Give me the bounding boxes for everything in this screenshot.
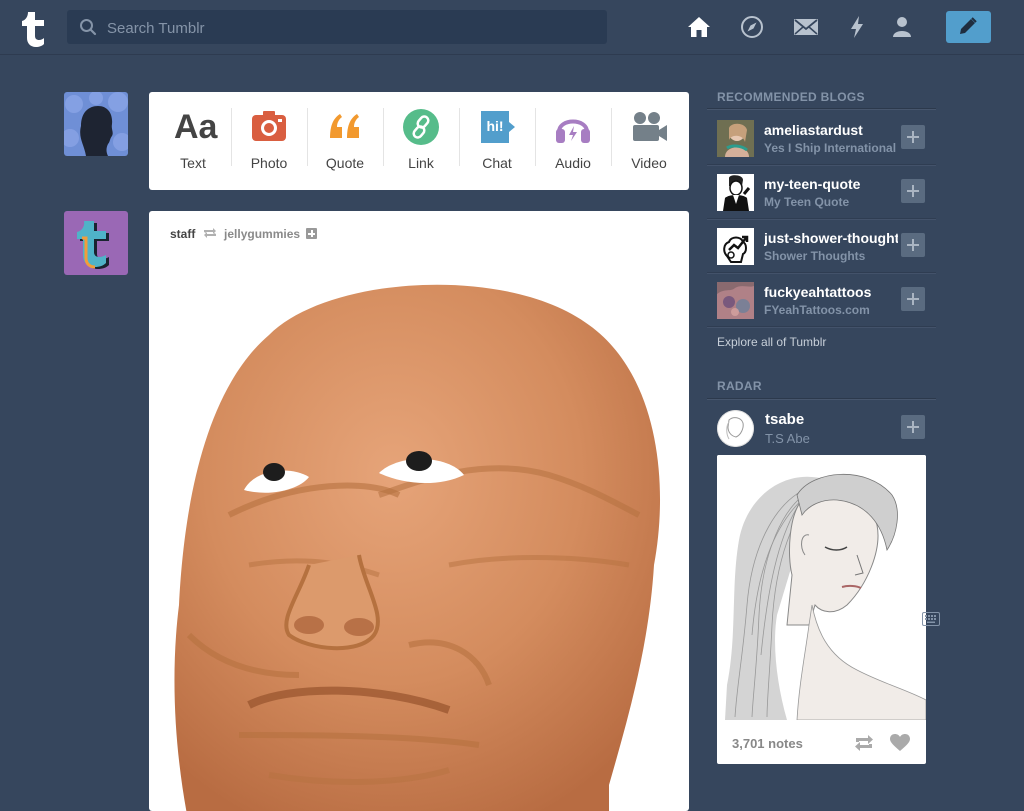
follow-button[interactable] <box>901 125 925 149</box>
chat-bubble-icon: hi! <box>478 108 516 146</box>
dashboard-post: staff jellygummies <box>149 211 689 811</box>
tumblr-logo-icon[interactable] <box>14 6 54 48</box>
post-type-chat[interactable]: hi! Chat <box>459 92 535 190</box>
post-type-quote[interactable]: Quote <box>307 92 383 190</box>
explore-all-link[interactable]: Explore all of Tumblr <box>717 335 826 349</box>
home-icon[interactable] <box>686 14 712 40</box>
radar-heading: RADAR <box>717 379 762 393</box>
staff-blog-avatar[interactable] <box>64 211 128 275</box>
blog-name: ameliastardust <box>764 122 863 138</box>
pencil-icon <box>960 17 977 34</box>
blog-name: my-teen-quote <box>764 176 861 192</box>
radar-post-card: 3,701 notes <box>717 455 926 764</box>
video-camera-icon <box>633 112 667 141</box>
activity-lightning-icon[interactable] <box>844 14 870 40</box>
post-type-chat-label: Chat <box>482 155 512 171</box>
recommended-blog-item[interactable]: my-teen-quote My Teen Quote <box>717 164 936 218</box>
recommended-blogs-heading: RECOMMENDED BLOGS <box>717 90 865 104</box>
post-author-link[interactable]: staff <box>170 227 195 241</box>
keyboard-shortcuts-icon[interactable] <box>922 612 940 626</box>
follow-button[interactable] <box>901 179 925 203</box>
post-header: staff jellygummies <box>170 227 318 243</box>
radar-blog-name[interactable]: tsabe <box>765 411 804 428</box>
radar-follow-button[interactable] <box>901 415 925 439</box>
post-type-link-label: Link <box>408 155 434 171</box>
user-avatar[interactable] <box>64 92 128 156</box>
post-type-video[interactable]: Video <box>611 92 687 190</box>
blog-title: Shower Thoughts <box>764 249 866 263</box>
reblog-icon <box>203 228 216 238</box>
blog-avatar <box>717 228 754 265</box>
blog-avatar <box>717 282 754 319</box>
follow-plus-icon[interactable] <box>306 228 318 239</box>
top-navigation-bar <box>0 0 1024 55</box>
radar-blog-avatar[interactable] <box>717 410 754 447</box>
blog-name: fuckyeahtattoos <box>764 284 872 300</box>
follow-button[interactable] <box>901 233 925 257</box>
notes-count[interactable]: 3,701 notes <box>732 736 803 751</box>
blog-title: Yes I Ship International <box>764 141 897 155</box>
search-bar <box>67 10 607 46</box>
post-type-video-label: Video <box>631 155 667 171</box>
text-aa-icon: Aa <box>174 108 218 146</box>
blog-title: My Teen Quote <box>764 195 850 209</box>
radar-post-image-portrait-drawing[interactable] <box>717 455 926 720</box>
post-type-link[interactable]: Link <box>383 92 459 190</box>
divider <box>707 326 936 328</box>
post-type-quote-label: Quote <box>325 155 365 171</box>
quote-marks-icon <box>330 114 359 138</box>
recommended-blog-item[interactable]: ameliastardust Yes I Ship International <box>717 110 936 164</box>
headphones-icon <box>556 119 590 143</box>
divider <box>707 398 936 400</box>
blog-name: just-shower-thoughts <box>764 230 898 246</box>
reblog-icon[interactable] <box>853 734 875 752</box>
post-type-photo[interactable]: Photo <box>231 92 307 190</box>
explore-compass-icon[interactable] <box>739 14 765 40</box>
follow-button[interactable] <box>901 287 925 311</box>
compose-post-button[interactable] <box>946 11 991 43</box>
chat-bubble-text: hi! <box>486 118 504 134</box>
blog-title: FYeahTattoos.com <box>764 303 870 317</box>
messages-mail-icon[interactable] <box>793 14 819 40</box>
link-chain-icon <box>403 109 439 145</box>
post-type-photo-label: Photo <box>250 155 288 171</box>
blog-avatar <box>717 120 754 157</box>
radar-blog-title: T.S Abe <box>765 431 810 446</box>
search-input[interactable] <box>105 10 599 46</box>
post-type-audio[interactable]: Audio <box>535 92 611 190</box>
post-type-bar: Aa Text Photo Quote Link hi! Chat Audio … <box>149 92 689 190</box>
post-type-text[interactable]: Aa Text <box>155 92 231 190</box>
post-photo-gummy-face[interactable] <box>149 265 689 811</box>
account-person-icon[interactable] <box>889 14 915 40</box>
recommended-blog-item[interactable]: fuckyeahtattoos FYeahTattoos.com <box>717 272 936 326</box>
post-type-audio-label: Audio <box>555 155 591 171</box>
recommended-blog-item[interactable]: just-shower-thoughts Shower Thoughts <box>717 218 936 272</box>
reblogged-from-link[interactable]: jellygummies <box>224 227 300 241</box>
search-icon <box>80 19 97 36</box>
camera-icon <box>252 111 286 141</box>
like-heart-icon[interactable] <box>890 734 910 752</box>
blog-avatar <box>717 174 754 211</box>
post-type-text-label: Text <box>180 155 206 171</box>
